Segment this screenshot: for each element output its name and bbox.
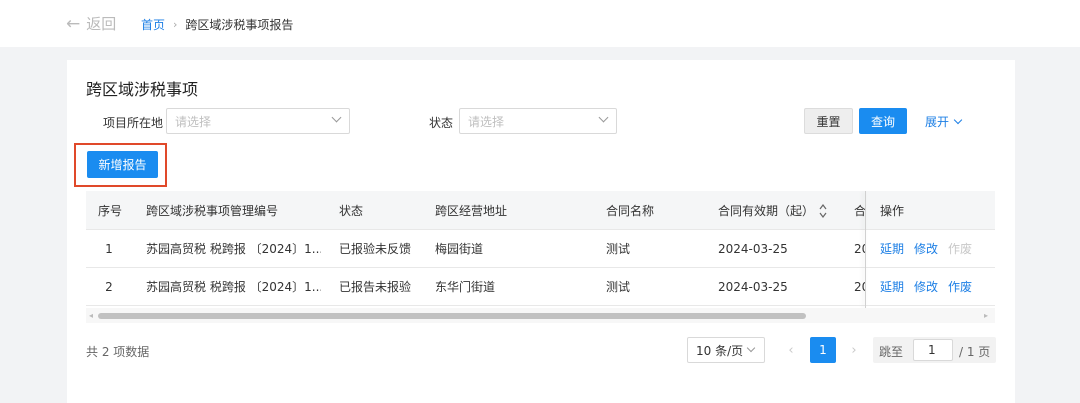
report-table: 序号 跨区域涉税事项管理编号 状态 跨区经营地址 合同名称 合同有效期（起） 合… [86,191,995,308]
edit-link[interactable]: 修改 [914,240,938,257]
jump-page-input[interactable] [913,339,953,361]
chevron-down-icon [331,112,342,123]
prev-page-icon[interactable]: ‹ [781,340,801,360]
scrollbar-thumb[interactable] [98,313,806,319]
reset-button[interactable]: 重置 [804,108,853,134]
row-contract: 测试 [606,280,631,294]
row-address: 梅园街道 [435,242,484,256]
row-address: 东华门街道 [435,280,496,294]
add-report-button[interactable]: 新增报告 [87,151,158,178]
row-index: 1 [105,241,113,256]
location-filter-label: 项目所在地 [103,116,164,130]
row-actions: 延期 修改 作废 [880,268,995,305]
table-header: 序号 跨区域涉税事项管理编号 状态 跨区经营地址 合同名称 合同有效期（起） 合… [86,191,995,230]
scroll-right-icon[interactable]: ▸ [984,311,988,320]
breadcrumb-current: 跨区域涉税事项报告 [185,18,294,32]
extend-link[interactable]: 延期 [880,278,904,295]
chevron-down-icon [746,343,756,353]
col-header-code: 跨区域涉税事项管理编号 [146,203,279,218]
page-size-select[interactable]: 10 条/页 [687,337,765,363]
row-actions: 延期 修改 作废 [880,230,995,267]
col-header-actions: 操作 [880,191,940,229]
back-button[interactable]: ← 返回 [66,13,116,34]
location-select[interactable]: 请选择 [166,108,350,134]
void-link[interactable]: 作废 [948,278,972,295]
col-header-start-date: 合同有效期（起） [718,203,815,218]
row-start-date: 2024-03-25 [718,279,788,294]
row-contract: 测试 [606,242,631,256]
row-status: 已报验未反馈 [339,242,412,256]
jump-label: 跳至 [879,345,904,359]
query-button[interactable]: 查询 [859,108,907,134]
back-arrow-icon: ← [66,13,81,34]
row-code: 苏园高贸税 税跨报 〔2024〕1... [146,280,321,294]
expand-label: 展开 [925,115,950,129]
status-filter-label: 状态 [429,116,454,130]
breadcrumb: 首页 › 跨区域涉税事项报告 [141,16,293,33]
next-page-icon[interactable]: › [844,340,864,360]
void-link: 作废 [948,242,973,256]
location-select-placeholder: 请选择 [175,114,212,129]
row-code: 苏园高贸税 税跨报 〔2024〕1... [146,242,321,256]
page-title: 跨区域涉税事项 [86,80,199,99]
row-status: 已报告未报验 [339,280,412,294]
col-header-address: 跨区经营地址 [435,203,508,218]
row-index: 2 [105,279,113,294]
top-bar: ← 返回 首页 › 跨区域涉税事项报告 [0,0,1080,47]
table-horizontal-scrollbar[interactable]: ◂ ▸ [86,308,995,323]
sort-icon[interactable] [818,202,828,220]
col-header-index: 序号 [98,203,123,218]
status-select-placeholder: 请选择 [468,114,505,129]
col-header-status: 状态 [339,203,364,218]
scroll-left-icon[interactable]: ◂ [89,311,93,320]
chevron-down-icon [598,112,609,123]
chevron-down-icon [953,115,963,124]
extend-link[interactable]: 延期 [880,240,904,257]
table-row: 2 苏园高贸税 税跨报 〔2024〕1... 已报告未报验 东华门街道 测试 2… [86,268,995,306]
total-count: 共 2 项数据 [86,345,150,359]
edit-link[interactable]: 修改 [914,278,938,295]
expand-toggle[interactable]: 展开 [925,113,963,130]
row-start-date: 2024-03-25 [718,241,788,256]
status-select[interactable]: 请选择 [459,108,617,134]
breadcrumb-home-link[interactable]: 首页 [141,16,165,33]
breadcrumb-separator-icon: › [173,18,178,31]
total-pages: / 1 页 [959,345,991,359]
page-size-value: 10 条/页 [696,343,744,358]
table-row: 1 苏园高贸税 税跨报 〔2024〕1... 已报验未反馈 梅园街道 测试 20… [86,230,995,268]
back-label: 返回 [86,15,117,33]
col-header-contract: 合同名称 [606,203,655,218]
page-number-button[interactable]: 1 [810,337,836,363]
fixed-column-divider [865,191,866,308]
